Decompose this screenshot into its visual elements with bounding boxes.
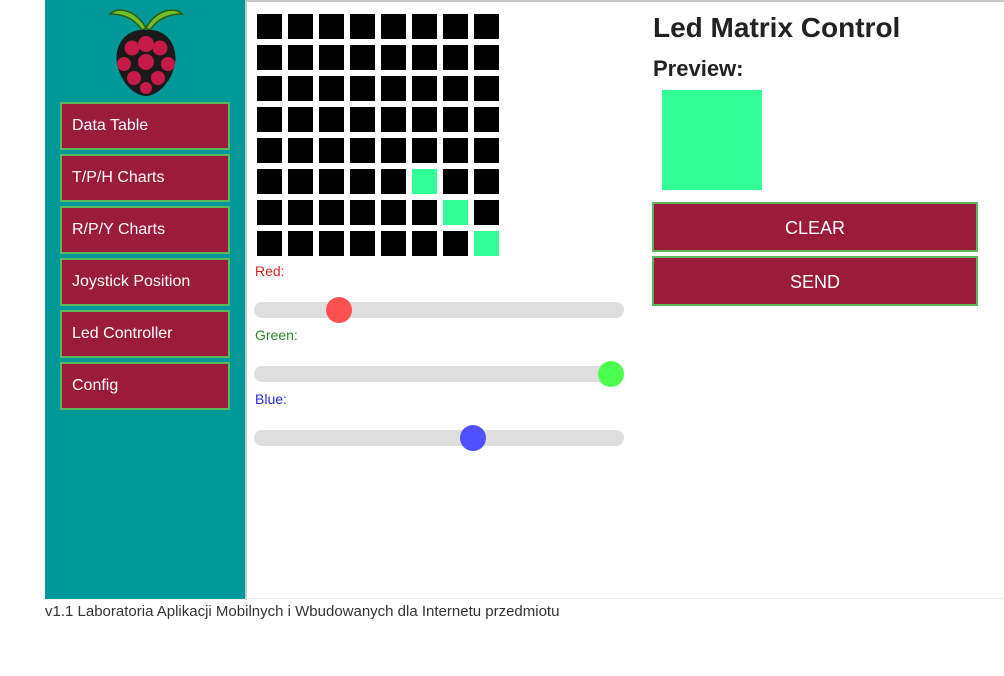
led-cell[interactable] (412, 76, 437, 101)
footer-divider (245, 598, 1004, 599)
led-cell[interactable] (443, 169, 468, 194)
led-cell[interactable] (443, 45, 468, 70)
green-slider-label: Green: (255, 327, 298, 343)
raspberry-pi-logo-icon (108, 9, 184, 96)
led-cell[interactable] (381, 76, 406, 101)
led-cell[interactable] (257, 200, 282, 225)
red-slider[interactable] (254, 297, 624, 323)
sidebar: Data Table T/P/H Charts R/P/Y Charts Joy… (45, 0, 245, 599)
led-cell[interactable] (350, 138, 375, 163)
led-cell[interactable] (381, 45, 406, 70)
led-cell[interactable] (474, 200, 499, 225)
led-cell[interactable] (288, 200, 313, 225)
led-cell[interactable] (381, 231, 406, 256)
sidebar-item-config[interactable]: Config (60, 362, 230, 410)
led-cell[interactable] (381, 200, 406, 225)
green-slider-thumb[interactable] (598, 361, 624, 387)
led-cell[interactable] (412, 138, 437, 163)
led-cell[interactable] (381, 14, 406, 39)
led-cell[interactable] (412, 231, 437, 256)
led-cell[interactable] (288, 231, 313, 256)
led-cell[interactable] (443, 76, 468, 101)
led-cell[interactable] (257, 45, 282, 70)
led-cell[interactable] (319, 107, 344, 132)
led-cell[interactable] (443, 107, 468, 132)
led-cell[interactable] (381, 138, 406, 163)
led-cell[interactable] (443, 14, 468, 39)
led-cell[interactable] (319, 138, 344, 163)
led-cell[interactable] (257, 14, 282, 39)
led-cell[interactable] (288, 14, 313, 39)
sidebar-item-joystick-position[interactable]: Joystick Position (60, 258, 230, 306)
led-cell[interactable] (474, 231, 499, 256)
led-cell[interactable] (350, 45, 375, 70)
sidebar-item-rpy-charts[interactable]: R/P/Y Charts (60, 206, 230, 254)
led-cell[interactable] (288, 138, 313, 163)
led-cell[interactable] (319, 169, 344, 194)
sidebar-nav: Data Table T/P/H Charts R/P/Y Charts Joy… (60, 102, 230, 414)
led-cell[interactable] (474, 45, 499, 70)
led-cell[interactable] (474, 169, 499, 194)
led-cell[interactable] (412, 200, 437, 225)
led-cell[interactable] (319, 14, 344, 39)
led-cell[interactable] (257, 76, 282, 101)
red-slider-label: Red: (255, 263, 285, 279)
led-cell[interactable] (350, 76, 375, 101)
led-matrix (257, 14, 505, 262)
led-cell[interactable] (350, 107, 375, 132)
led-cell[interactable] (288, 76, 313, 101)
led-cell[interactable] (350, 231, 375, 256)
sidebar-item-tph-charts[interactable]: T/P/H Charts (60, 154, 230, 202)
top-divider (247, 0, 1004, 2)
led-cell[interactable] (474, 107, 499, 132)
led-cell[interactable] (381, 107, 406, 132)
content-divider (245, 0, 247, 600)
red-slider-thumb[interactable] (326, 297, 353, 323)
clear-button[interactable]: CLEAR (652, 202, 978, 252)
blue-slider[interactable] (254, 425, 624, 451)
led-cell[interactable] (350, 14, 375, 39)
led-cell[interactable] (350, 169, 375, 194)
led-cell[interactable] (350, 200, 375, 225)
page-title: Led Matrix Control (653, 12, 901, 43)
led-cell[interactable] (443, 138, 468, 163)
led-cell[interactable] (288, 169, 313, 194)
led-cell[interactable] (319, 76, 344, 101)
blue-slider-thumb[interactable] (460, 425, 487, 451)
preview-label: Preview: (653, 56, 744, 81)
led-cell[interactable] (412, 169, 437, 194)
led-cell[interactable] (257, 169, 282, 194)
led-cell[interactable] (319, 200, 344, 225)
led-cell[interactable] (381, 169, 406, 194)
sidebar-item-led-controller[interactable]: Led Controller (60, 310, 230, 358)
send-button[interactable]: SEND (652, 256, 978, 306)
led-cell[interactable] (319, 231, 344, 256)
led-cell[interactable] (319, 45, 344, 70)
color-preview (662, 90, 762, 190)
led-cell[interactable] (443, 200, 468, 225)
led-cell[interactable] (474, 76, 499, 101)
led-cell[interactable] (257, 231, 282, 256)
led-cell[interactable] (474, 14, 499, 39)
sidebar-item-data-table[interactable]: Data Table (60, 102, 230, 150)
led-cell[interactable] (412, 45, 437, 70)
green-slider[interactable] (254, 361, 624, 387)
led-cell[interactable] (412, 107, 437, 132)
blue-slider-label: Blue: (255, 391, 287, 407)
led-cell[interactable] (412, 14, 437, 39)
led-cell[interactable] (288, 45, 313, 70)
footer-text: v1.1 Laboratoria Aplikacji Mobilnych i W… (45, 603, 560, 620)
led-cell[interactable] (443, 231, 468, 256)
led-cell[interactable] (257, 107, 282, 132)
led-cell[interactable] (288, 107, 313, 132)
led-cell[interactable] (474, 138, 499, 163)
led-cell[interactable] (257, 138, 282, 163)
